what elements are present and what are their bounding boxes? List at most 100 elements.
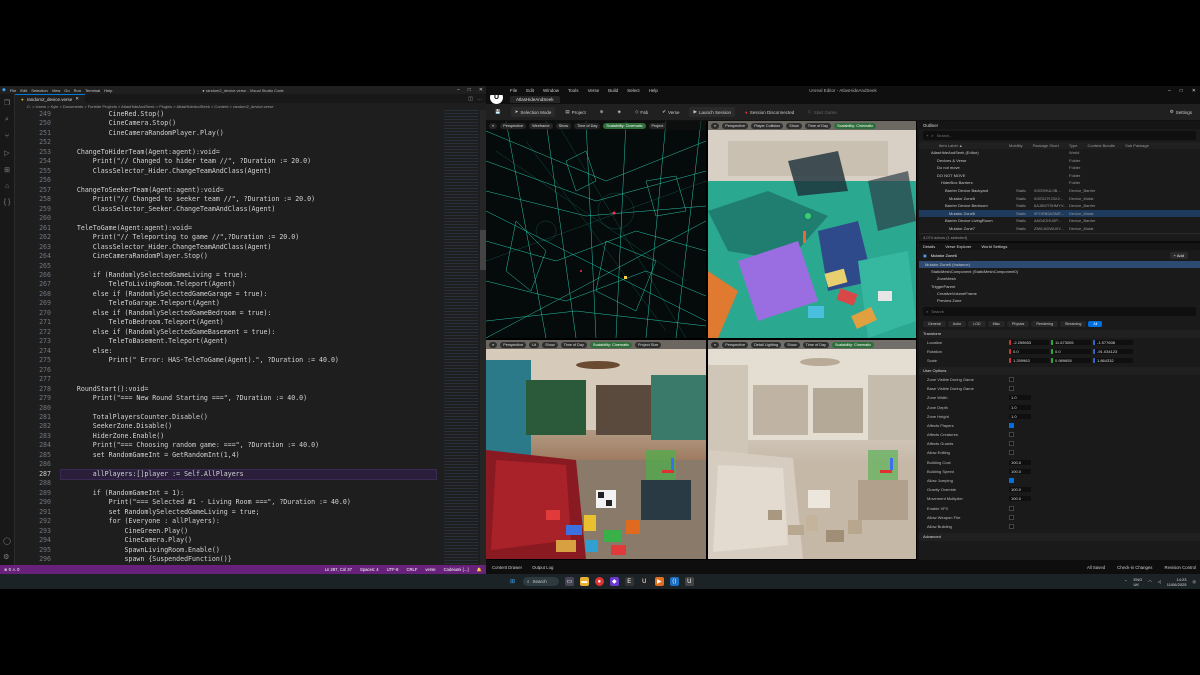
filter-tab[interactable]: General <box>923 320 946 327</box>
code-line[interactable]: CineCamera.Stop() <box>61 119 436 128</box>
code-line[interactable]: ChangeToSeekerTeam(Agent:agent):void= <box>61 186 436 195</box>
ue-menu-file[interactable]: File <box>510 88 517 93</box>
scale-label[interactable]: Scale <box>927 358 1009 363</box>
viewport-shading[interactable]: Player Collision <box>751 122 784 129</box>
component-row[interactable]: Preview Zone <box>919 297 1200 304</box>
project-button[interactable]: ▤ Project <box>561 107 589 117</box>
code-line[interactable]: Print("=== New Round Starting ===", ?Dur… <box>61 394 436 403</box>
lang-indicator[interactable]: ENG UK <box>1134 577 1143 587</box>
location-y-field[interactable]: 11.673005 <box>1051 339 1091 345</box>
ue-menu-edit[interactable]: Edit <box>526 88 534 93</box>
tab-verse-explorer[interactable]: Verse Explorer <box>945 244 971 249</box>
tray-chevron-icon[interactable]: ⌃ <box>1124 579 1127 584</box>
details-search-input[interactable]: ⌕ Search <box>923 306 1196 316</box>
maximize-icon[interactable]: □ <box>468 87 471 93</box>
code-lines[interactable]: CineRed.Stop() CineCamera.Stop() CineCam… <box>60 110 437 565</box>
code-line[interactable]: CineCamera.Play() <box>61 536 436 545</box>
code-line[interactable]: RoundStart():void= <box>61 385 436 394</box>
outliner-title[interactable]: Outliner <box>923 123 938 128</box>
viewport-time-of-day[interactable]: Time of Day <box>804 122 832 129</box>
viewport-shading[interactable]: Lit <box>529 341 540 348</box>
code-line[interactable]: TeleToGame(Agent:agent):void= <box>61 224 436 233</box>
code-line[interactable] <box>61 262 436 271</box>
location-label[interactable]: Location <box>927 340 1009 345</box>
tab-close-icon[interactable]: ✕ <box>75 96 79 102</box>
maximize-icon[interactable]: □ <box>1180 88 1183 94</box>
filter-tab[interactable]: Streaming <box>1059 320 1087 327</box>
eol-status[interactable]: CRLF <box>406 567 417 573</box>
filter-tab[interactable]: All <box>1088 320 1103 327</box>
col-content-bundle[interactable]: Content Bundle <box>1087 143 1115 148</box>
viewport-scalability[interactable]: Scalability: Cinematic <box>834 122 877 129</box>
ue-menu-tools[interactable]: Tools <box>568 88 579 93</box>
minimize-icon[interactable]: – <box>1168 88 1171 94</box>
more-actions-icon[interactable]: … <box>477 96 482 102</box>
code-line[interactable] <box>61 404 436 413</box>
rotation-z-field[interactable]: -91.034123 <box>1093 348 1133 354</box>
option-value-field[interactable]: 100.0 <box>1009 468 1031 474</box>
viewport-mode[interactable]: Perspective <box>500 341 527 348</box>
option-checkbox[interactable] <box>1009 432 1014 438</box>
verse-button[interactable]: ✔ Verse <box>658 107 683 117</box>
filter-tab[interactable]: LOD <box>968 320 986 327</box>
component-row[interactable]: ZoneMesh <box>919 275 1200 282</box>
code-line[interactable] <box>61 366 436 375</box>
code-line[interactable]: TotalPlayersCounter.Disable() <box>61 413 436 422</box>
remote-icon[interactable]: ⌂ <box>5 183 9 190</box>
outliner-row[interactable]: Barrier Device Bedroom Static 6AJ8WTSHMYV.… <box>919 202 1200 210</box>
code-line[interactable]: for (Everyone : allPlayers): <box>61 517 436 526</box>
menu-icon[interactable]: ≡ <box>711 341 720 348</box>
file-explorer-icon[interactable]: ▬ <box>579 577 589 586</box>
option-checkbox[interactable] <box>1009 514 1014 520</box>
viewport-extra[interactable]: Project Size <box>635 341 662 348</box>
option-value-field[interactable]: 100.0 <box>1009 487 1031 493</box>
option-checkbox[interactable] <box>1009 450 1014 456</box>
outliner-row[interactable]: HiderBox Barriers Folder <box>919 179 1200 187</box>
menu-icon[interactable]: ≡ <box>711 122 720 129</box>
code-line[interactable]: SeekerZone.Disable() <box>61 422 436 431</box>
outliner-row[interactable]: Do not move Folder <box>919 164 1200 172</box>
code-line[interactable]: else: <box>61 347 436 356</box>
component-row[interactable]: TriggerParent <box>919 283 1200 290</box>
ue-menu-window[interactable]: Window <box>543 88 559 93</box>
code-line[interactable]: set RandomlySelectedGameLiving = true; <box>61 508 436 517</box>
code-line[interactable]: TeleToLivingRoom.Teleport(Agent) <box>61 280 436 289</box>
code-line[interactable]: else if (RandomlySelectedGameBasement = … <box>61 328 436 337</box>
transform-section[interactable]: Transform <box>919 329 1200 338</box>
epic-launcher-icon[interactable]: E <box>624 577 634 586</box>
col-sub-package[interactable]: Sub Package <box>1125 143 1149 148</box>
scale-z-field[interactable]: 1.864332 <box>1093 357 1133 363</box>
code-line[interactable] <box>61 214 436 223</box>
code-line[interactable]: CineRed.Stop() <box>61 110 436 119</box>
viewport-show[interactable]: Show <box>786 122 802 129</box>
code-line[interactable]: TeleToGarage.Teleport(Agent) <box>61 299 436 308</box>
code-line[interactable]: Print("// Changed to hider team //", ?Du… <box>61 157 436 166</box>
encoding-status[interactable]: UTF-8 <box>387 567 399 573</box>
option-value-field[interactable]: 100.0 <box>1009 459 1031 465</box>
code-line[interactable]: Print("=== Selected #1 - Living Room ===… <box>61 498 436 507</box>
scale-y-field[interactable]: 0.989655 <box>1051 357 1091 363</box>
code-line[interactable]: else if (RandomlySelectedGameGarage = tr… <box>61 290 436 299</box>
option-value-field[interactable]: 1.0 <box>1009 395 1031 401</box>
tab-world-settings[interactable]: World Settings <box>981 244 1007 249</box>
add-component-button[interactable]: + Add <box>1169 251 1188 259</box>
explorer-icon[interactable]: ❐ <box>4 99 10 107</box>
revision-control-button[interactable]: Revision Control <box>1164 565 1196 570</box>
verse-icon[interactable]: { } <box>4 199 11 206</box>
run-debug-icon[interactable]: ▷ <box>4 149 9 157</box>
media-icon[interactable]: ▶ <box>654 577 664 586</box>
filter-tab[interactable]: Misc <box>987 320 1005 327</box>
code-line[interactable]: HiderZone.Enable() <box>61 432 436 441</box>
viewport-mode[interactable]: Perspective <box>722 341 749 348</box>
chrome-icon[interactable]: ● <box>594 577 604 586</box>
output-log-button[interactable]: Output Log <box>532 565 553 570</box>
code-line[interactable]: if (RandomGameInt = 1): <box>61 489 436 498</box>
code-line[interactable]: allPlayers:[]player := Self.AllPlayers <box>60 468 437 481</box>
notification-icon[interactable]: ◎ <box>1193 579 1197 584</box>
code-line[interactable] <box>61 479 436 488</box>
editor-tab[interactable]: ● random2_device.verse ✕ <box>15 94 86 103</box>
filter-tab[interactable]: Physics <box>1006 320 1030 327</box>
add-actor-button[interactable]: ⊕ <box>596 107 608 117</box>
app-icon[interactable]: ◆ <box>609 577 619 586</box>
indentation-status[interactable]: Spaces: 4 <box>360 567 379 573</box>
